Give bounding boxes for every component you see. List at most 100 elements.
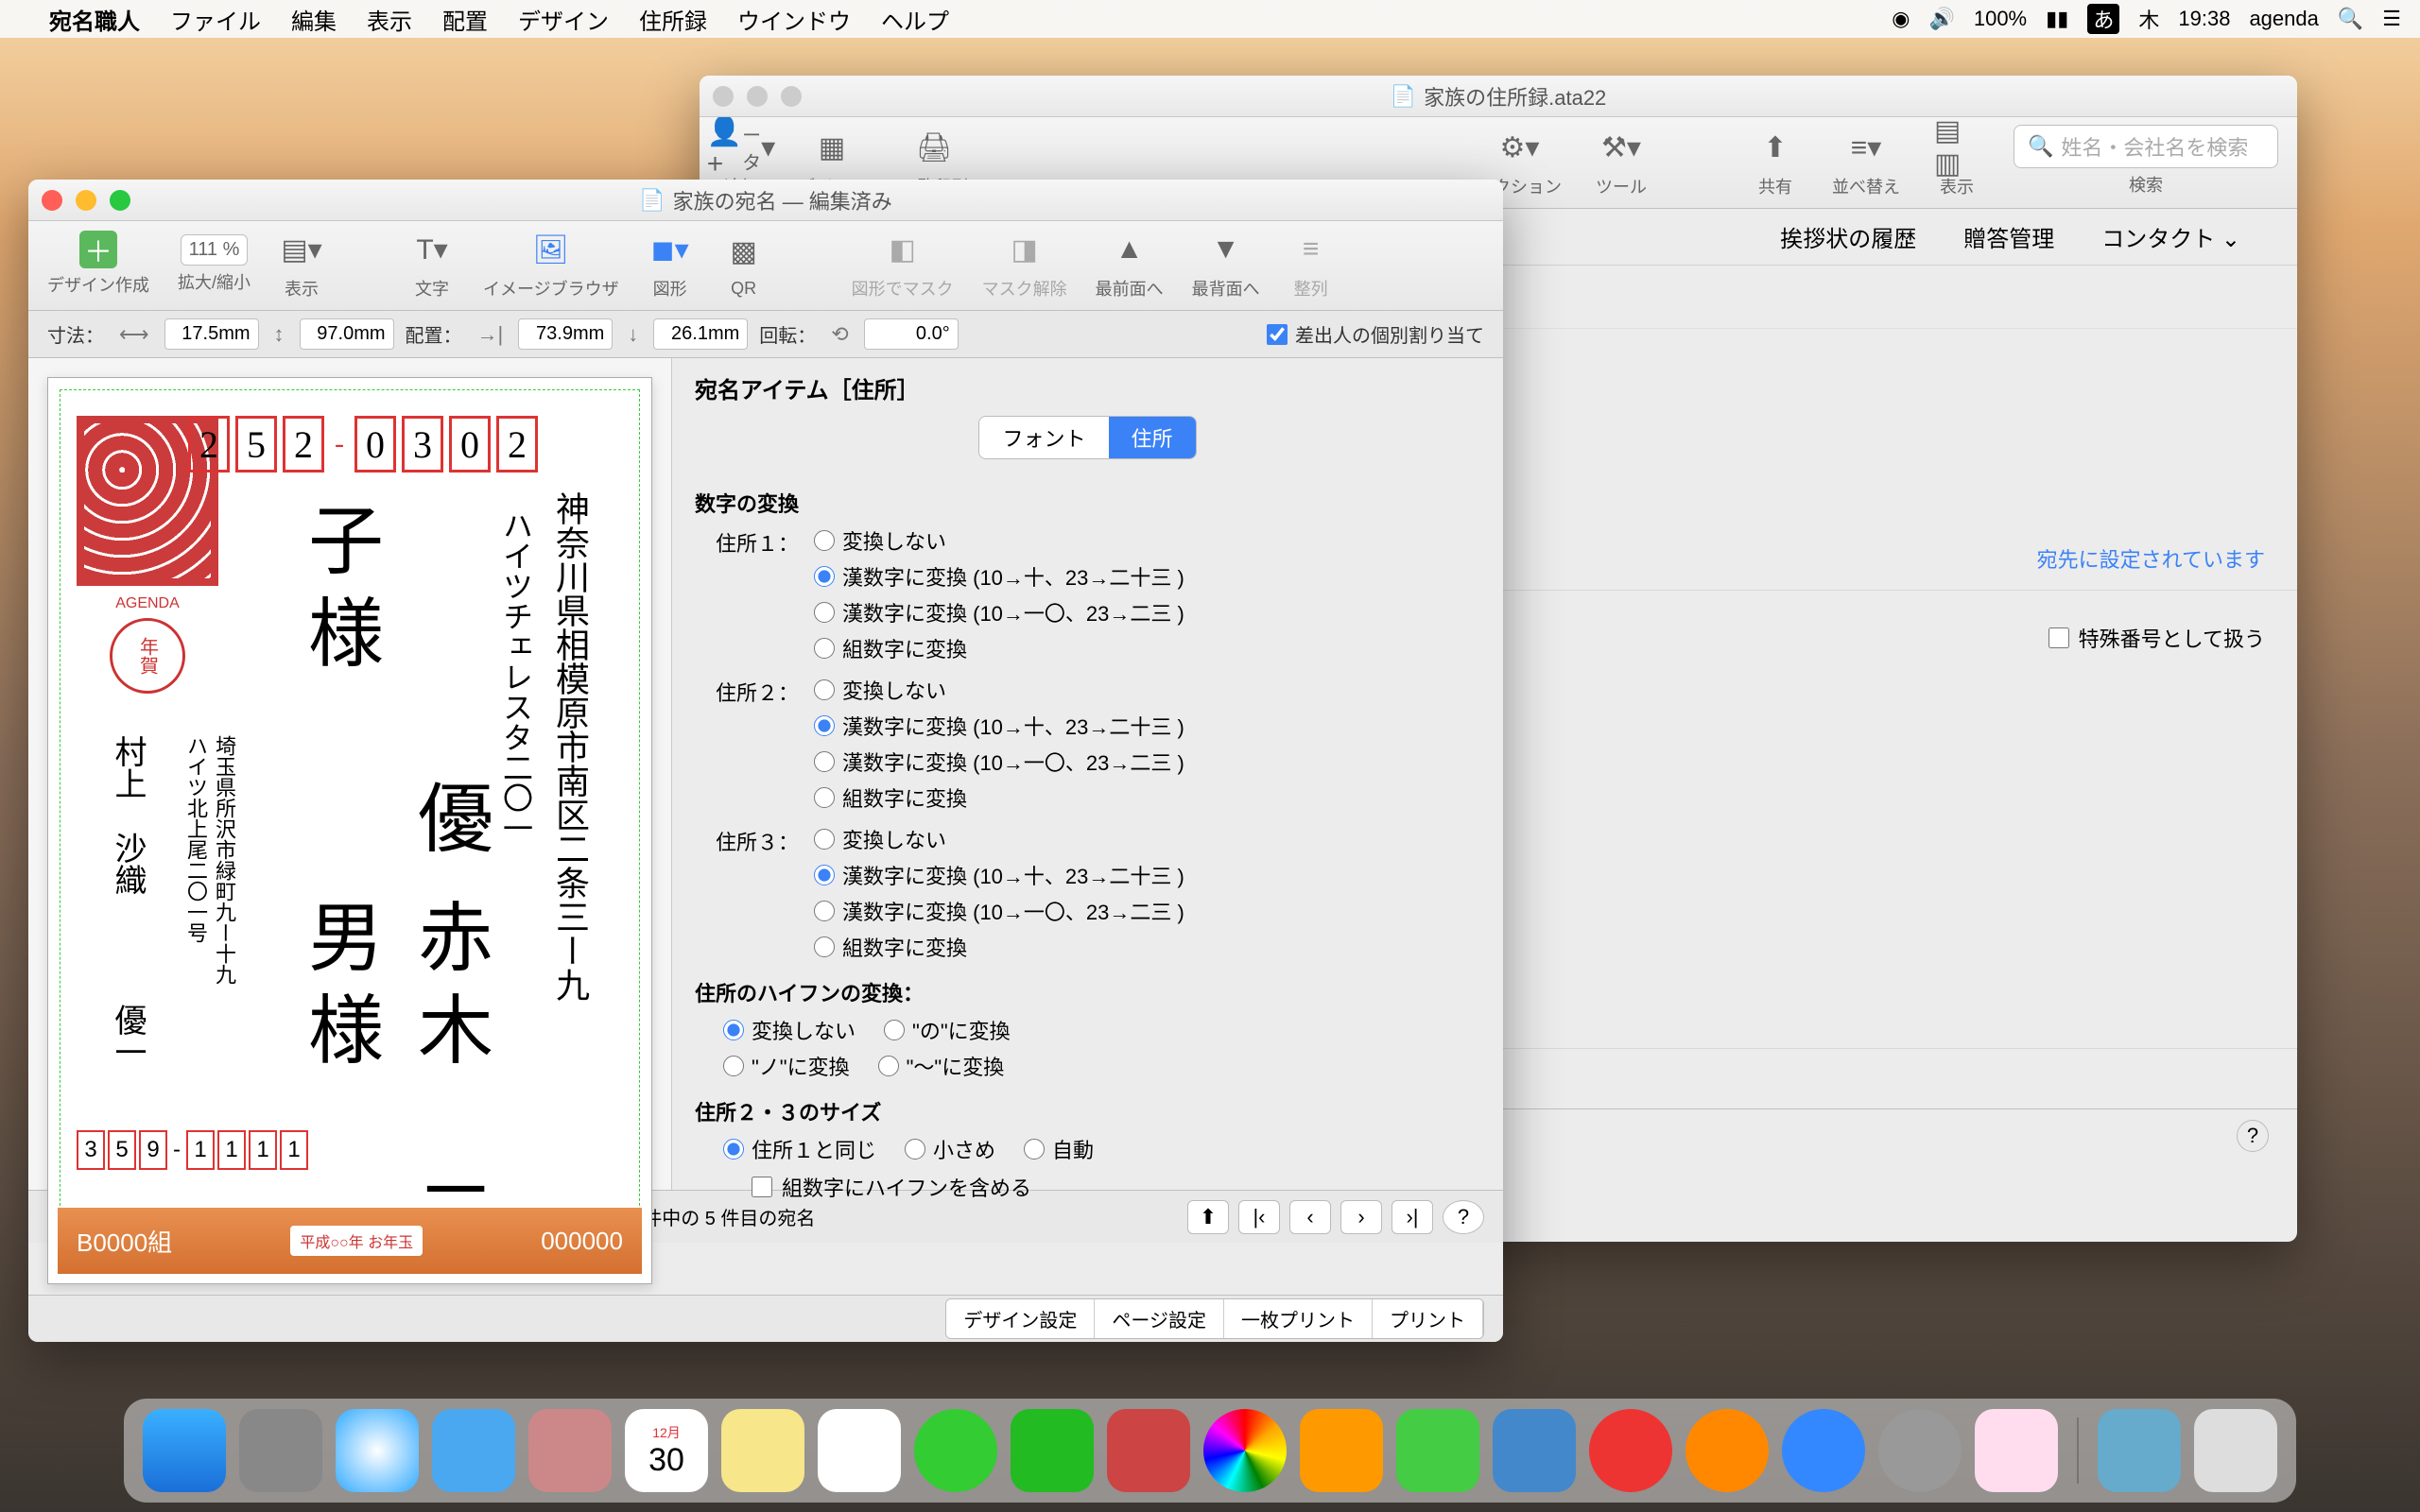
- ab-share-button[interactable]: ⬆共有: [1753, 125, 1798, 198]
- menu-edit[interactable]: 編集: [291, 3, 337, 36]
- h-opt3[interactable]: "〜"に変換: [878, 1051, 1005, 1081]
- front-button[interactable]: ▲最前面へ: [1096, 227, 1164, 301]
- ab-view-button[interactable]: ▤ ▥表示: [1934, 125, 1979, 198]
- nav-first[interactable]: |‹: [1238, 1200, 1280, 1234]
- dock-calendar[interactable]: 12月30: [625, 1409, 708, 1492]
- recipient-zip[interactable]: 252 - 0302: [188, 416, 538, 472]
- dock-atena[interactable]: [1975, 1409, 2058, 1492]
- dock-downloads[interactable]: [2098, 1409, 2181, 1492]
- btab-print[interactable]: プリント: [1373, 1299, 1483, 1338]
- menu-help[interactable]: ヘルプ: [881, 3, 949, 36]
- individual-sender-chk[interactable]: 差出人の個別割り当て: [1267, 320, 1484, 348]
- ab-sort-button[interactable]: ≡▾並べ替え: [1832, 125, 1900, 198]
- h-opt1[interactable]: "の"に変換: [884, 1015, 1011, 1045]
- nav-prev[interactable]: ‹: [1289, 1200, 1331, 1234]
- dock-preferences[interactable]: [1878, 1409, 1962, 1492]
- r3-opt3[interactable]: 組数字に変換: [814, 932, 1480, 962]
- sender-addr2[interactable]: ハイツ北上尾二〇一号: [181, 735, 211, 1113]
- nav-last[interactable]: ›|: [1392, 1200, 1433, 1234]
- dock-contacts[interactable]: [528, 1409, 612, 1492]
- seg-address[interactable]: 住所: [1109, 417, 1196, 458]
- recipient-name[interactable]: 優子様 赤木 三男様: [285, 501, 504, 1276]
- spotlight-icon[interactable]: 🔍: [2338, 7, 2363, 31]
- dock-messages[interactable]: [914, 1409, 997, 1492]
- btab-design[interactable]: デザイン設定: [946, 1299, 1095, 1338]
- menu-arrange[interactable]: 配置: [442, 3, 488, 36]
- ab-titlebar[interactable]: 📄 家族の住所録.ata22: [700, 76, 2297, 117]
- h-opt0[interactable]: 変換しない: [723, 1015, 856, 1045]
- dock-photobooth[interactable]: [1107, 1409, 1190, 1492]
- x-input[interactable]: 73.9mm: [518, 318, 613, 350]
- y-input[interactable]: 26.1mm: [653, 318, 748, 350]
- rotate-icon[interactable]: ⟲: [827, 322, 852, 347]
- special-zip-chk[interactable]: 特殊番号として扱う: [2048, 623, 2265, 653]
- btab-single[interactable]: 一枚プリント: [1224, 1299, 1373, 1338]
- battery-icon[interactable]: ▮▮: [2046, 7, 2068, 31]
- mask-button[interactable]: ◧図形でマスク: [852, 227, 954, 301]
- menu-design[interactable]: デザイン: [518, 3, 609, 36]
- notification-icon[interactable]: ☰: [2382, 7, 2401, 31]
- sender-name[interactable]: 村上 沙織 優一: [105, 735, 151, 1113]
- ed-titlebar[interactable]: 📄 家族の宛名 — 編集済み: [28, 180, 1503, 221]
- view-button[interactable]: ▤▾表示: [279, 227, 324, 301]
- qr-button[interactable]: ▩QR: [721, 230, 767, 299]
- back-button[interactable]: ▼最背面へ: [1192, 227, 1260, 301]
- dock-keynote[interactable]: [1493, 1409, 1576, 1492]
- ab-tool-button[interactable]: ⚒▾ツール: [1596, 125, 1647, 198]
- volume-icon[interactable]: 🔊: [1928, 7, 1954, 31]
- rot-input[interactable]: 0.0°: [864, 318, 959, 350]
- seg-font[interactable]: フォント: [979, 417, 1108, 458]
- create-button[interactable]: ＋デザイン作成: [47, 231, 149, 297]
- dock-safari[interactable]: [336, 1409, 419, 1492]
- sender-addr1[interactable]: 埼玉県所沢市緑町九ー十九: [209, 735, 239, 1113]
- dock-itunes[interactable]: [1589, 1409, 1672, 1492]
- btab-page[interactable]: ページ設定: [1095, 1299, 1224, 1338]
- kumi-hyphen-chk[interactable]: 組数字にハイフンを含める: [695, 1172, 1480, 1202]
- dock-pages[interactable]: [1300, 1409, 1383, 1492]
- menu-file[interactable]: ファイル: [170, 3, 261, 36]
- align-button[interactable]: ≡整列: [1288, 227, 1334, 301]
- zoom-control[interactable]: 111 %拡大/縮小: [178, 234, 251, 294]
- inspector-seg[interactable]: フォント 住所: [978, 416, 1196, 459]
- app-menu[interactable]: 宛名職人: [49, 3, 140, 36]
- r3-opt0[interactable]: 変換しない: [814, 824, 1480, 854]
- r3-opt1[interactable]: 漢数字に変換 (10→十、23→二十三 ): [814, 860, 1480, 890]
- dock-facetime[interactable]: [1011, 1409, 1094, 1492]
- dock-mail[interactable]: [432, 1409, 515, 1492]
- s-opt0[interactable]: 住所１と同じ: [723, 1134, 876, 1164]
- image-button[interactable]: 🖼イメージブラウザ: [483, 227, 619, 301]
- s-opt1[interactable]: 小さめ: [905, 1134, 995, 1164]
- height-input[interactable]: 97.0mm: [300, 318, 394, 350]
- user-name[interactable]: agenda: [2249, 7, 2318, 31]
- share-button[interactable]: ⬆: [1187, 1200, 1229, 1234]
- dock-launchpad[interactable]: [239, 1409, 322, 1492]
- r1-opt3[interactable]: 組数字に変換: [814, 633, 1480, 663]
- text-button[interactable]: T▾文字: [409, 227, 455, 301]
- unmask-button[interactable]: ◨マスク解除: [982, 227, 1067, 301]
- addr-line1[interactable]: 神奈川県相模原市南区二条三ー九: [545, 491, 595, 1228]
- preview-canvas[interactable]: AGENDA年賀 252 - 0302 神奈川県相模原市南区二条三ー九 ハイツチ…: [28, 358, 671, 1190]
- width-input[interactable]: 17.5mm: [164, 318, 259, 350]
- r1-opt0[interactable]: 変換しない: [814, 525, 1480, 556]
- ime-indicator[interactable]: あ: [2087, 4, 2119, 34]
- r2-opt2[interactable]: 漢数字に変換 (10→一〇、23→二三 ): [814, 747, 1480, 777]
- dock-finder[interactable]: [143, 1409, 226, 1492]
- shape-button[interactable]: ◼▾図形: [648, 227, 693, 301]
- h-opt2[interactable]: "ノ"に変換: [723, 1051, 850, 1081]
- wifi-icon[interactable]: ◉: [1892, 7, 1910, 31]
- r3-opt2[interactable]: 漢数字に変換 (10→一〇、23→二三 ): [814, 896, 1480, 926]
- help-icon[interactable]: ?: [2237, 1120, 2269, 1152]
- r2-opt0[interactable]: 変換しない: [814, 675, 1480, 705]
- r1-opt2[interactable]: 漢数字に変換 (10→一〇、23→二三 ): [814, 597, 1480, 627]
- r2-opt3[interactable]: 組数字に変換: [814, 782, 1480, 813]
- dock-notes[interactable]: [721, 1409, 804, 1492]
- dock-photos[interactable]: [1203, 1409, 1287, 1492]
- s-opt2[interactable]: 自動: [1024, 1134, 1094, 1164]
- r1-opt1[interactable]: 漢数字に変換 (10→十、23→二十三 ): [814, 561, 1480, 592]
- tab-contact[interactable]: コンタクト ⌄: [2101, 220, 2240, 253]
- help-button[interactable]: ?: [1443, 1200, 1484, 1234]
- tab-history[interactable]: 挨拶状の履歴: [1780, 220, 1916, 253]
- menu-view[interactable]: 表示: [367, 3, 412, 36]
- dock-numbers[interactable]: [1396, 1409, 1479, 1492]
- dock-appstore[interactable]: [1782, 1409, 1865, 1492]
